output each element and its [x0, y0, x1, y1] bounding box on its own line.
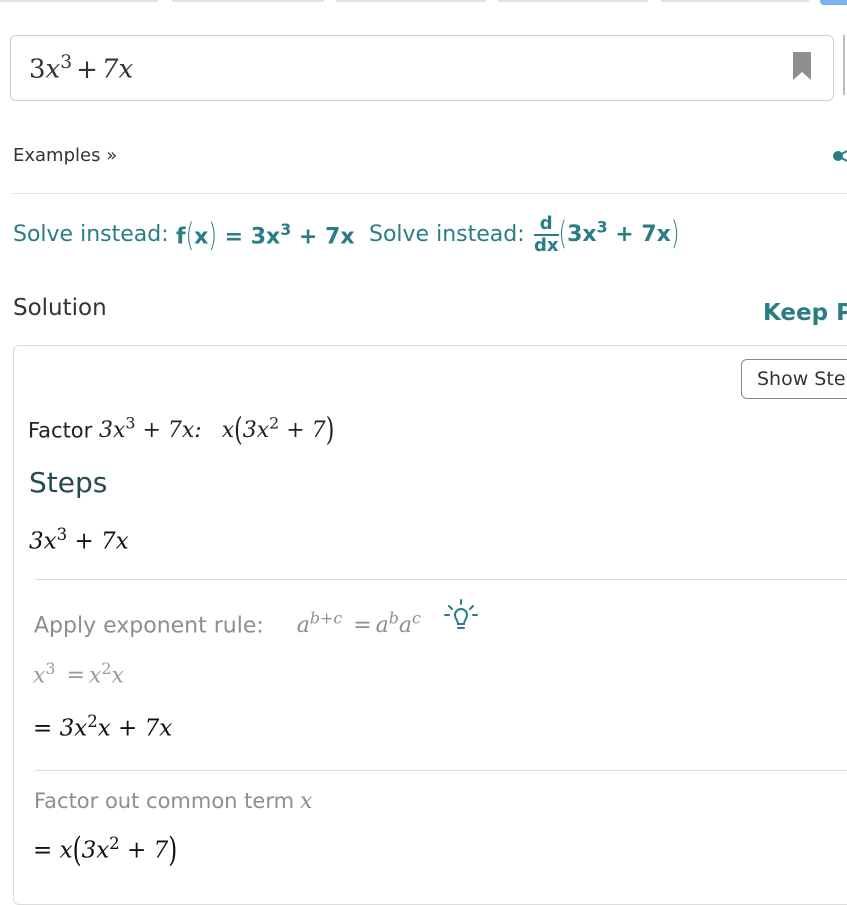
tab-4[interactable]	[498, 0, 648, 2]
divider	[12, 193, 847, 194]
rule-r1: a	[375, 613, 389, 639]
factor-out-step: Factor out common term x	[34, 789, 312, 814]
rule-base: a	[296, 613, 310, 639]
derivative-fraction: d dx	[534, 214, 559, 256]
solution-label: Solution	[13, 295, 107, 321]
frac-numerator: d	[534, 214, 559, 236]
result2-x: x	[59, 837, 73, 864]
rule-r1-exp: b	[388, 609, 399, 628]
bookmark-icon[interactable]	[793, 52, 811, 80]
result2-exp: 2	[109, 834, 120, 853]
factor-result: x(3x2 + 7)	[221, 413, 335, 449]
paren-close: )	[670, 216, 680, 253]
paren-open: (	[234, 412, 243, 449]
substep-r1: x	[88, 663, 102, 689]
factor-summary: Factor 3x3 + 7x: x(3x2 + 7)	[28, 413, 335, 449]
factor-result-rest: + 7	[286, 418, 326, 444]
solve-instead-derivative-link[interactable]: d dx (3x3 + 7x)	[534, 214, 679, 256]
result1-coef: 3x	[59, 715, 88, 742]
keep-practicing-link[interactable]: Keep P	[763, 300, 847, 326]
step-divider	[35, 579, 847, 580]
share-icon[interactable]	[832, 150, 847, 162]
tab-2[interactable]	[172, 0, 324, 2]
factor-result-inner: 3x	[242, 418, 270, 444]
alt2-exponent: 3	[596, 217, 608, 237]
substep-r2: x	[111, 663, 124, 689]
exponent-rule-step: Apply exponent rule: ab+c = abac	[34, 609, 421, 638]
step-original-expression: 3x3 + 7x	[29, 525, 129, 555]
substep-lhs-exp: 3	[45, 659, 56, 678]
solve-instead-label-2: Solve instead:	[369, 222, 525, 247]
step0-rest: + 7x	[74, 528, 129, 555]
result2-rest: + 7	[127, 837, 169, 864]
factor-expr-exp: 3	[125, 414, 136, 433]
input-expression[interactable]: 3x3 +7x	[29, 52, 133, 85]
input-plus: +	[76, 54, 98, 85]
rule-exp: b+c	[309, 609, 343, 628]
tab-5[interactable]	[661, 0, 809, 2]
step-result-2: = x(3x2 + 7)	[33, 832, 177, 870]
input-exponent: 3	[60, 52, 73, 73]
lightbulb-icon[interactable]	[444, 598, 478, 634]
paren-close: )	[325, 412, 335, 449]
solve-instead-function-link[interactable]: f(x) = 3x3 + 7x	[176, 219, 355, 255]
solve-instead-row: Solve instead: f(x) = 3x3 + 7x Solve ins…	[0, 214, 847, 262]
tab-1[interactable]	[0, 0, 158, 2]
alt2-rest: + 7x	[615, 222, 671, 247]
alt1-f: f	[176, 224, 186, 250]
alt1-rest: + 7x	[298, 224, 355, 250]
tab-active[interactable]	[820, 0, 847, 5]
expression-input[interactable]: 3x3 +7x	[10, 35, 834, 101]
result1-rest: x + 7x	[97, 715, 173, 742]
alt1-exponent: 3	[280, 220, 292, 239]
paren-close: )	[168, 831, 178, 870]
result2-eq: =	[33, 837, 53, 864]
paren-open: (	[72, 831, 82, 870]
rule-r2-exp: c	[412, 609, 421, 628]
step-result-1: = 3x2x + 7x	[33, 712, 172, 742]
factor-expr: 3x	[98, 418, 126, 444]
factor-word: Factor	[28, 418, 93, 443]
substep-lhs: x	[33, 663, 46, 689]
result1-eq: =	[33, 715, 53, 742]
alt1-x: x	[194, 224, 209, 250]
paren-open: (	[558, 216, 568, 253]
alt1-eq: = 3x	[224, 224, 281, 250]
factor-result-x: x	[221, 418, 235, 444]
paren-close: )	[208, 218, 217, 255]
alt2-inner: 3x	[567, 222, 597, 247]
substep-eq: =	[66, 663, 85, 689]
factor-expr-rest: + 7x:	[142, 418, 202, 444]
factor-expression: 3x3 + 7x:	[98, 414, 202, 444]
exponent-rule-label: Apply exponent rule:	[34, 613, 264, 639]
factor-out-var: x	[300, 789, 313, 814]
substep-r1-exp: 2	[101, 659, 112, 678]
result1-exp: 2	[87, 712, 98, 731]
steps-title: Steps	[29, 466, 108, 499]
solve-instead-label-1: Solve instead:	[13, 222, 169, 247]
input-var: x	[45, 54, 61, 85]
exponent-substep: x3 = x2x	[33, 659, 124, 688]
exponent-rule-formula: ab+c = abac	[296, 609, 421, 639]
factor-result-exp: 2	[269, 414, 280, 433]
show-steps-button[interactable]: Show Steps	[741, 359, 847, 399]
rule-r2: a	[398, 613, 413, 639]
tab-strip	[0, 0, 847, 5]
examples-link[interactable]: Examples »	[13, 145, 117, 166]
frac-denominator: dx	[534, 235, 559, 256]
factor-out-label: Factor out common term	[34, 789, 295, 813]
step0-coef: 3x	[29, 528, 57, 555]
side-panel-edge	[843, 35, 847, 95]
tab-3[interactable]	[336, 0, 486, 2]
input-coef: 3	[29, 54, 46, 85]
step0-exp: 3	[56, 525, 68, 544]
step-divider	[35, 770, 847, 771]
input-term2: 7x	[101, 54, 134, 85]
rule-eq: =	[353, 613, 372, 639]
result2-inner: 3x	[81, 837, 110, 864]
paren-open: (	[185, 218, 195, 255]
